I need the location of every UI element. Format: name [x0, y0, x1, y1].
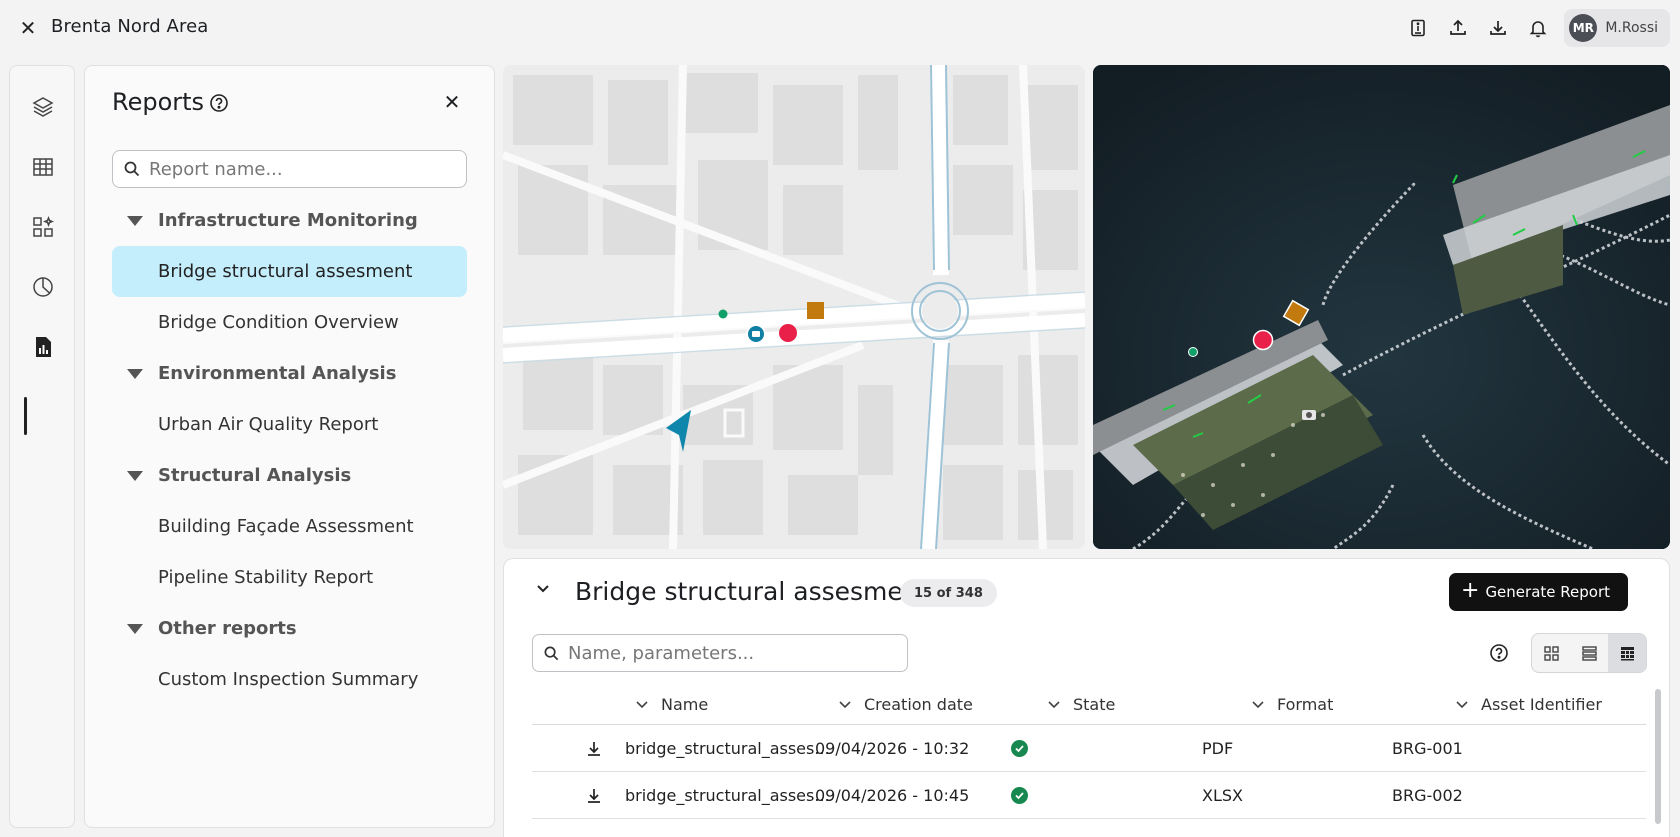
table-row[interactable]: bridge_structural_asses... 09/04/2026 - …	[532, 772, 1646, 819]
report-detail-panel: Bridge structural assesment 15 of 348 + …	[503, 558, 1670, 837]
report-title: Bridge structural assesment	[575, 577, 929, 606]
generate-report-button[interactable]: + Generate Report	[1449, 573, 1628, 611]
point-cloud-view[interactable]	[1093, 65, 1670, 549]
group-label: Other reports	[158, 618, 297, 639]
cell-asset-identifier: BRG-001	[1392, 739, 1463, 758]
map-view[interactable]	[503, 65, 1085, 549]
close-icon[interactable]: ✕	[16, 16, 40, 40]
cell-format: XLSX	[1202, 786, 1243, 805]
report-tree: Infrastructure Monitoring Bridge structu…	[112, 195, 467, 705]
upload-icon[interactable]	[1438, 10, 1478, 46]
table-search-box	[532, 634, 908, 672]
list-view-icon[interactable]	[1570, 634, 1608, 672]
document-info-icon[interactable]	[1398, 10, 1438, 46]
table-view-icon[interactable]	[1608, 634, 1646, 672]
sort-chevron-icon	[1048, 701, 1060, 709]
report-search-box	[112, 150, 467, 188]
bell-icon[interactable]	[1518, 10, 1558, 46]
report-item-pipeline-stability[interactable]: Pipeline Stability Report	[112, 552, 467, 603]
caret-down-icon	[127, 470, 143, 481]
column-header-name[interactable]: Name	[635, 683, 708, 725]
table-scrollbar[interactable]	[1655, 689, 1661, 824]
rail-active-indicator	[24, 397, 27, 435]
group-infrastructure-monitoring[interactable]: Infrastructure Monitoring	[112, 195, 467, 246]
caret-down-icon	[127, 368, 143, 379]
report-item-bridge-condition[interactable]: Bridge Condition Overview	[112, 297, 467, 348]
download-icon[interactable]	[584, 725, 604, 772]
help-icon[interactable]	[1488, 642, 1510, 664]
table-icon[interactable]	[22, 146, 64, 188]
user-menu[interactable]: MR M.Rossi	[1564, 9, 1670, 47]
sort-chevron-icon	[839, 701, 851, 709]
table-search-input[interactable]	[568, 642, 898, 664]
caret-down-icon	[127, 623, 143, 634]
group-label: Structural Analysis	[158, 465, 352, 486]
column-header-asset-identifier[interactable]: Asset Identifier	[1455, 683, 1602, 725]
count-badge: 15 of 348	[900, 579, 997, 607]
cell-asset-identifier: BRG-002	[1392, 786, 1463, 805]
report-item-building-facade[interactable]: Building Façade Assessment	[112, 501, 467, 552]
report-item-custom-inspection[interactable]: Custom Inspection Summary	[112, 654, 467, 705]
state-completed-icon	[1011, 725, 1028, 772]
cell-creation-date: 09/04/2026 - 10:45	[815, 786, 970, 805]
grid-view-icon[interactable]	[1532, 634, 1570, 672]
plus-icon: +	[1461, 578, 1480, 603]
sort-chevron-icon	[636, 701, 648, 709]
group-label: Environmental Analysis	[158, 363, 397, 384]
report-item-bridge-structural[interactable]: Bridge structural assesment	[112, 246, 467, 297]
group-label: Infrastructure Monitoring	[158, 210, 418, 231]
table-header: Name Creation date State Format Asset Id…	[532, 683, 1646, 725]
column-header-creation-date[interactable]: Creation date	[838, 683, 973, 725]
group-other-reports[interactable]: Other reports	[112, 603, 467, 654]
state-completed-icon	[1011, 772, 1028, 819]
download-icon[interactable]	[584, 772, 604, 819]
layers-icon[interactable]	[22, 86, 64, 128]
cell-format: PDF	[1202, 739, 1234, 758]
panel-title: Reports	[112, 88, 205, 116]
group-environmental-analysis[interactable]: Environmental Analysis	[112, 348, 467, 399]
generate-report-label: Generate Report	[1485, 583, 1610, 601]
cell-name: bridge_structural_asses...	[625, 739, 830, 758]
download-icon[interactable]	[1478, 10, 1518, 46]
close-panel-icon[interactable]: ✕	[440, 90, 464, 114]
top-actions: MR M.Rossi	[1398, 9, 1670, 47]
column-header-format[interactable]: Format	[1251, 683, 1333, 725]
table-row[interactable]: bridge_structural_asses... 09/04/2026 - …	[532, 725, 1646, 772]
help-icon[interactable]	[208, 92, 230, 114]
search-icon	[124, 161, 140, 177]
avatar: MR	[1569, 14, 1598, 42]
sort-chevron-icon	[1252, 701, 1264, 709]
user-name: M.Rossi	[1605, 20, 1658, 36]
widgets-icon[interactable]	[22, 206, 64, 248]
report-search-input[interactable]	[149, 158, 449, 180]
page-title: Brenta Nord Area	[51, 16, 209, 37]
search-icon	[544, 646, 559, 660]
report-item-urban-air[interactable]: Urban Air Quality Report	[112, 399, 467, 450]
group-structural-analysis[interactable]: Structural Analysis	[112, 450, 467, 501]
pie-chart-icon[interactable]	[22, 266, 64, 308]
cell-creation-date: 09/04/2026 - 10:32	[815, 739, 970, 758]
chevron-down-icon[interactable]	[530, 575, 556, 601]
sort-chevron-icon	[1456, 701, 1468, 709]
reports-panel: Reports ✕ Infrastructure Monitoring Brid…	[84, 65, 495, 828]
top-bar: ✕ Brenta Nord Area MR M.Rossi	[0, 0, 1680, 56]
cell-name: bridge_structural_asses...	[625, 786, 830, 805]
view-toggle	[1531, 633, 1647, 673]
left-rail	[9, 65, 75, 828]
caret-down-icon	[127, 215, 143, 226]
report-icon[interactable]	[22, 326, 64, 368]
column-header-state[interactable]: State	[1047, 683, 1115, 725]
